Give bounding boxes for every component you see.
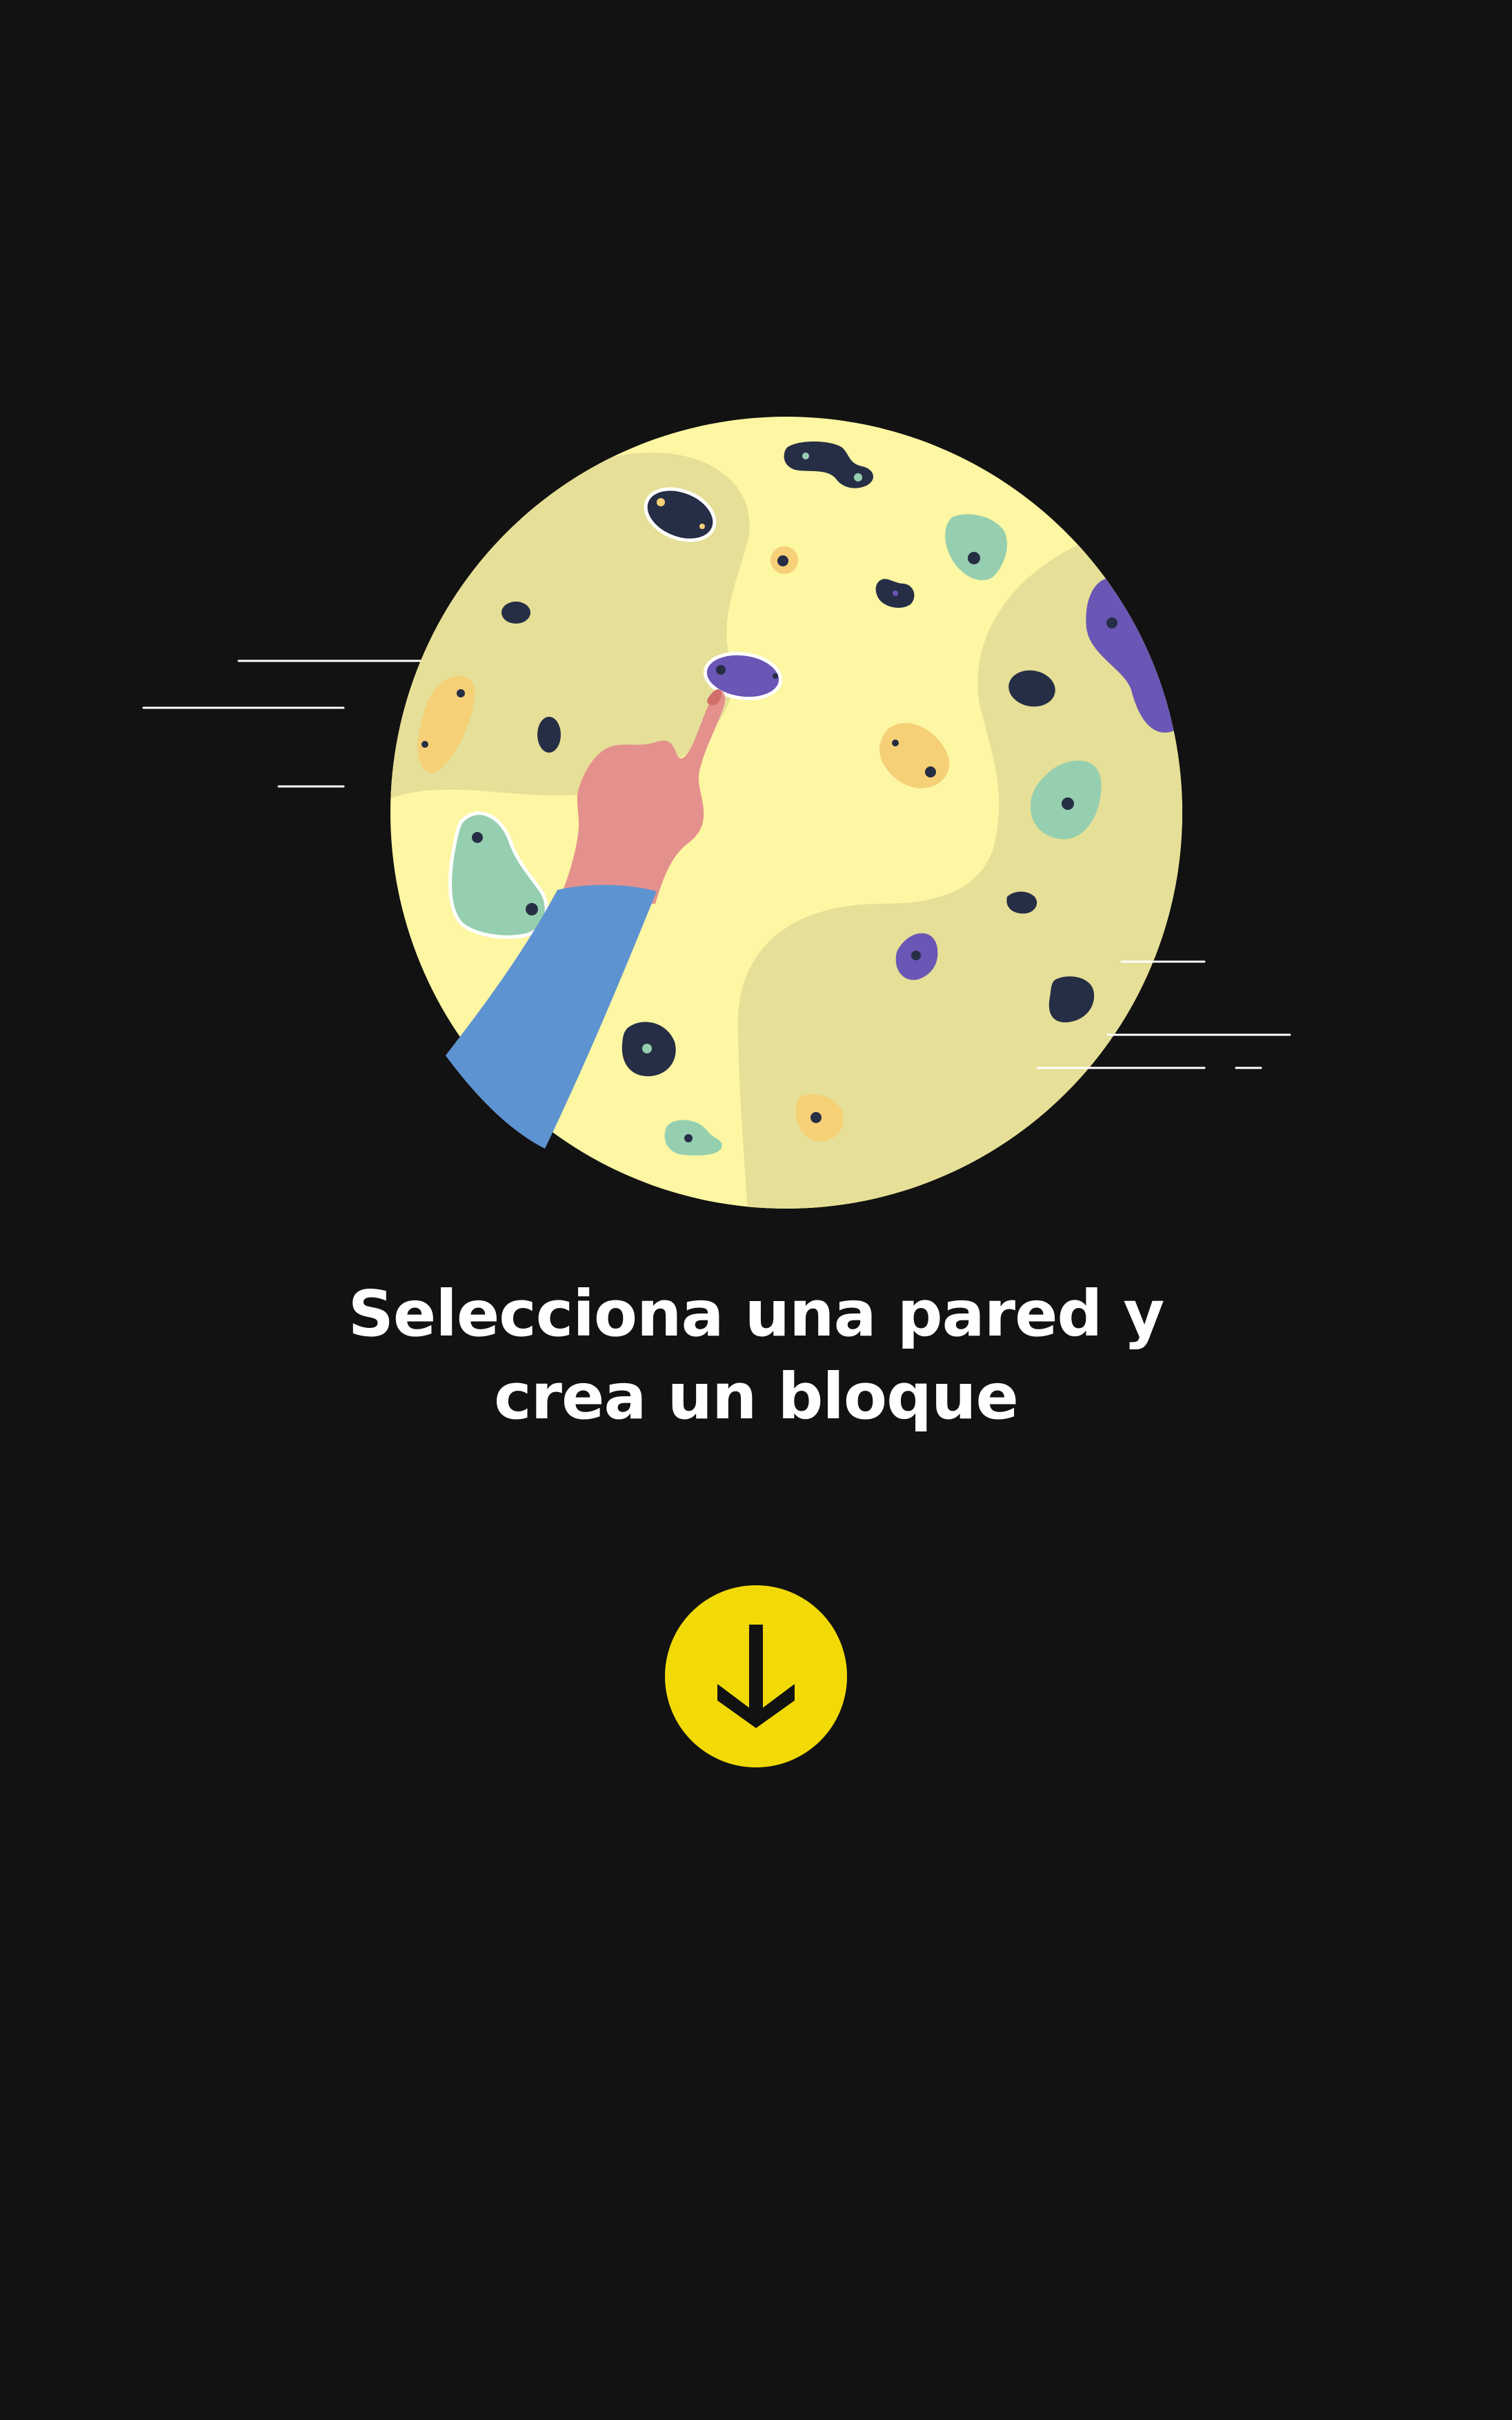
onboarding-screen: Selecciona una pared y crea un bloque	[0, 0, 1512, 2420]
onboarding-title-line-2: crea un bloque	[494, 1360, 1019, 1434]
onboarding-title: Selecciona una pared y crea un bloque	[204, 1273, 1308, 1438]
next-button[interactable]	[665, 1585, 847, 1767]
climbing-wall-illustration	[142, 417, 1291, 1209]
arrow-down-icon	[717, 1625, 795, 1728]
onboarding-title-line-1: Selecciona una pared y	[348, 1277, 1165, 1351]
